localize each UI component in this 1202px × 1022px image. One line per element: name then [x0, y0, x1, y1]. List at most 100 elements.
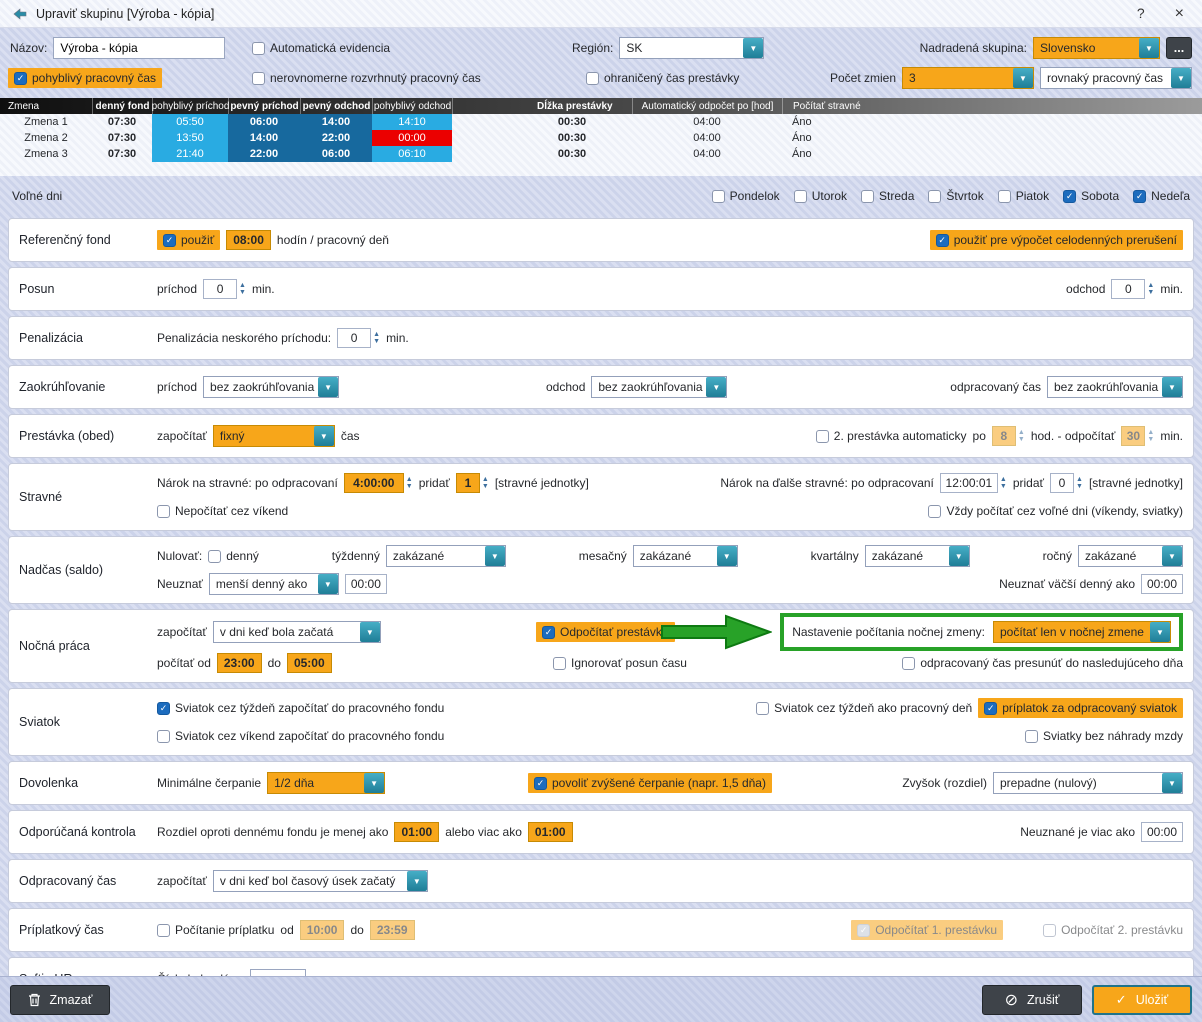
pridat1-stepper[interactable]: 1 ▲▼ [456, 473, 489, 493]
posun-prichod-stepper[interactable]: 0 ▲▼ [203, 279, 246, 299]
stepper-arrows[interactable]: ▲▼ [1076, 476, 1083, 490]
table-row[interactable]: Zmena 107:3005:5006:0014:0014:1000:3004:… [0, 114, 1202, 130]
day-checkbox[interactable]: Pondelok [712, 189, 780, 203]
kontrola-menej-input[interactable]: 01:00 [394, 822, 439, 842]
stepper-arrows[interactable]: ▲▼ [239, 282, 246, 296]
nazov-input[interactable] [53, 37, 225, 59]
pocet-zmien-select[interactable]: 3 ▼ [902, 67, 1034, 89]
nocna-do-input[interactable]: 05:00 [287, 653, 332, 673]
delete-button[interactable]: Zmazať [10, 985, 110, 1015]
chevron-down-icon: ▼ [706, 377, 726, 397]
povolit-zvysene-checkbox[interactable]: povoliť zvýšené čerpanie (napr. 1,5 dňa) [528, 773, 772, 793]
more-button[interactable]: ... [1166, 37, 1192, 59]
chevron-down-icon: ▼ [1162, 773, 1182, 793]
day-checkbox[interactable]: Štvrtok [928, 189, 983, 203]
day-checkbox[interactable]: Nedeľa [1133, 189, 1190, 203]
pre-vypocet-checkbox[interactable]: použiť pre výpočet celodenných prerušení [930, 230, 1183, 250]
table-row[interactable]: Zmena 307:3021:4022:0006:0006:1000:3004:… [0, 146, 1202, 162]
day-checkbox[interactable]: Utorok [794, 189, 847, 203]
priplatok-do-input[interactable]: 23:59 [370, 920, 415, 940]
day-checkbox[interactable]: Piatok [998, 189, 1049, 203]
od-label: od [280, 923, 293, 937]
sviatok-vikend-checkbox[interactable]: Sviatok cez víkend započítať do pracovné… [157, 729, 444, 743]
presunut-cas-checkbox[interactable]: odpracovaný čas presunúť do nasledujúceh… [902, 656, 1183, 670]
save-button[interactable]: ✓ Uložiť [1092, 985, 1192, 1015]
stepper-arrows[interactable]: ▲▼ [482, 476, 489, 490]
nadcas-tyzdenny-select[interactable]: zakázané ▼ [386, 545, 506, 567]
checkbox-box [252, 72, 265, 85]
section-label: Odporúčaná kontrola [19, 825, 157, 839]
nerovnomerne-checkbox[interactable]: nerovnomerne rozvrhnutý pracovný čas [252, 71, 481, 85]
odpracovany-zapocitat-select[interactable]: v dni keď bol časový úsek začatý ▼ [213, 870, 428, 892]
shift-name: Zmena 1 [0, 114, 92, 130]
posun-odchod-stepper[interactable]: 0 ▲▼ [1111, 279, 1154, 299]
neuznat-mensi-input[interactable]: 00:00 [345, 574, 387, 594]
priplatok-od-input[interactable]: 10:00 [300, 920, 345, 940]
vzdy-pocitat-checkbox[interactable]: Vždy počítať cez voľné dni (víkendy, svi… [928, 504, 1183, 518]
neuznat-vacsi-input[interactable]: 00:00 [1141, 574, 1183, 594]
nadcas-kvartalny-select[interactable]: zakázané ▼ [865, 545, 970, 567]
nadcas-rocny-select[interactable]: zakázané ▼ [1078, 545, 1183, 567]
zaokruhlovanie-prichod-select[interactable]: bez zaokrúhľovania ▼ [203, 376, 339, 398]
nocna-od-input[interactable]: 23:00 [217, 653, 262, 673]
sviatok-tyzden-checkbox[interactable]: Sviatok cez týždeň započítať do pracovné… [157, 701, 444, 715]
ignorovat-posun-checkbox[interactable]: Ignorovať posun času [553, 656, 687, 670]
druha-prestavka-checkbox[interactable]: 2. prestávka automaticky [816, 429, 967, 443]
minimalne-cerpanie-select[interactable]: 1/2 dňa ▼ [267, 772, 385, 794]
rovnaky-cas-select[interactable]: rovnaký pracovný čas ▼ [1040, 67, 1192, 89]
zaokruhlovanie-odchod-select[interactable]: bez zaokrúhľovania ▼ [591, 376, 727, 398]
nastavenie-nocnej-zmeny-select[interactable]: počítať len v nočnej zmene ▼ [993, 621, 1171, 643]
stepper-arrows[interactable]: ▲▼ [1000, 476, 1007, 490]
nadcas-mesacny-select[interactable]: zakázané ▼ [633, 545, 738, 567]
checkbox-label: Odpočítať 2. prestávku [1061, 923, 1183, 937]
stepper-arrows[interactable]: ▲▼ [373, 331, 380, 345]
pouzit-checkbox[interactable]: použiť [157, 230, 220, 250]
pridat2-stepper[interactable]: 0 ▲▼ [1050, 473, 1083, 493]
arrow-down-icon: ▼ [482, 483, 489, 490]
day-checkbox[interactable]: Streda [861, 189, 914, 203]
section-label: Posun [19, 282, 157, 296]
pohyblivy-cas-checkbox[interactable]: pohyblivý pracovný čas [8, 68, 162, 88]
penalizacia-stepper[interactable]: 0 ▲▼ [337, 328, 380, 348]
stepper-value: 12:00:01 [940, 473, 998, 493]
checkbox-label: denný [226, 549, 259, 563]
close-button[interactable]: × [1175, 5, 1184, 23]
druha-po-stepper[interactable]: 8 ▲▼ [992, 426, 1025, 446]
ohraniceny-cas-checkbox[interactable]: ohraničený čas prestávky [586, 71, 739, 85]
fond-hodiny-input[interactable]: 08:00 [226, 230, 271, 250]
zvysok-select[interactable]: prepadne (nulový) ▼ [993, 772, 1183, 794]
kontrola-viac-input[interactable]: 01:00 [528, 822, 573, 842]
nadradena-select[interactable]: Slovensko ▼ [1033, 37, 1160, 59]
odpocitat-prestavku-checkbox[interactable]: Odpočítať prestávku [536, 622, 675, 642]
section-label: Referenčný fond [19, 233, 157, 247]
priplatok-sviatok-checkbox[interactable]: príplatok za odpracovaný sviatok [978, 698, 1183, 718]
nepocitat-vikend-checkbox[interactable]: Nepočítať cez víkend [157, 504, 288, 518]
neuznane-input[interactable]: 00:00 [1141, 822, 1183, 842]
do-label: do [350, 923, 363, 937]
stepper-arrows[interactable]: ▲▼ [1147, 282, 1154, 296]
pridat1-label: pridať [419, 476, 450, 490]
nocna-zapocitat-select[interactable]: v dni keď bola začatá ▼ [213, 621, 381, 643]
cancel-button[interactable]: ⊘ Zrušiť [982, 985, 1082, 1015]
pohyblivy-prichod: 13:50 [152, 130, 228, 146]
sviatok-pracovny-den-checkbox[interactable]: Sviatok cez týždeň ako pracovný deň [756, 701, 972, 715]
chevron-down-icon: ▼ [314, 426, 334, 446]
druha-odpocitat-stepper[interactable]: 30 ▲▼ [1121, 426, 1154, 446]
narok1-stepper[interactable]: 4:00:00 ▲▼ [344, 473, 413, 493]
stepper-arrows[interactable]: ▲▼ [1147, 429, 1154, 443]
region-select[interactable]: SK ▼ [619, 37, 764, 59]
help-button[interactable]: ? [1137, 5, 1145, 23]
narok2-stepper[interactable]: 12:00:01 ▲▼ [940, 473, 1007, 493]
automaticka-evidencia-checkbox[interactable]: Automatická evidencia [252, 41, 390, 55]
button-label: Zmazať [50, 993, 93, 1007]
pocitanie-priplatku-checkbox[interactable]: Počítanie príplatku [157, 923, 274, 937]
stepper-arrows[interactable]: ▲▼ [1018, 429, 1025, 443]
neuznat-mensi-select[interactable]: menší denný ako ▼ [209, 573, 339, 595]
zaokruhlovanie-odpracovany-select[interactable]: bez zaokrúhľovania ▼ [1047, 376, 1183, 398]
day-checkbox[interactable]: Sobota [1063, 189, 1119, 203]
sviatky-bez-nahrady-checkbox[interactable]: Sviatky bez náhrady mzdy [1025, 729, 1183, 743]
table-row[interactable]: Zmena 207:3013:5014:0022:0000:0000:3004:… [0, 130, 1202, 146]
nulovat-denny-checkbox[interactable]: denný [208, 549, 259, 563]
prestavka-zapocitat-select[interactable]: fixný ▼ [213, 425, 335, 447]
stepper-arrows[interactable]: ▲▼ [406, 476, 413, 490]
